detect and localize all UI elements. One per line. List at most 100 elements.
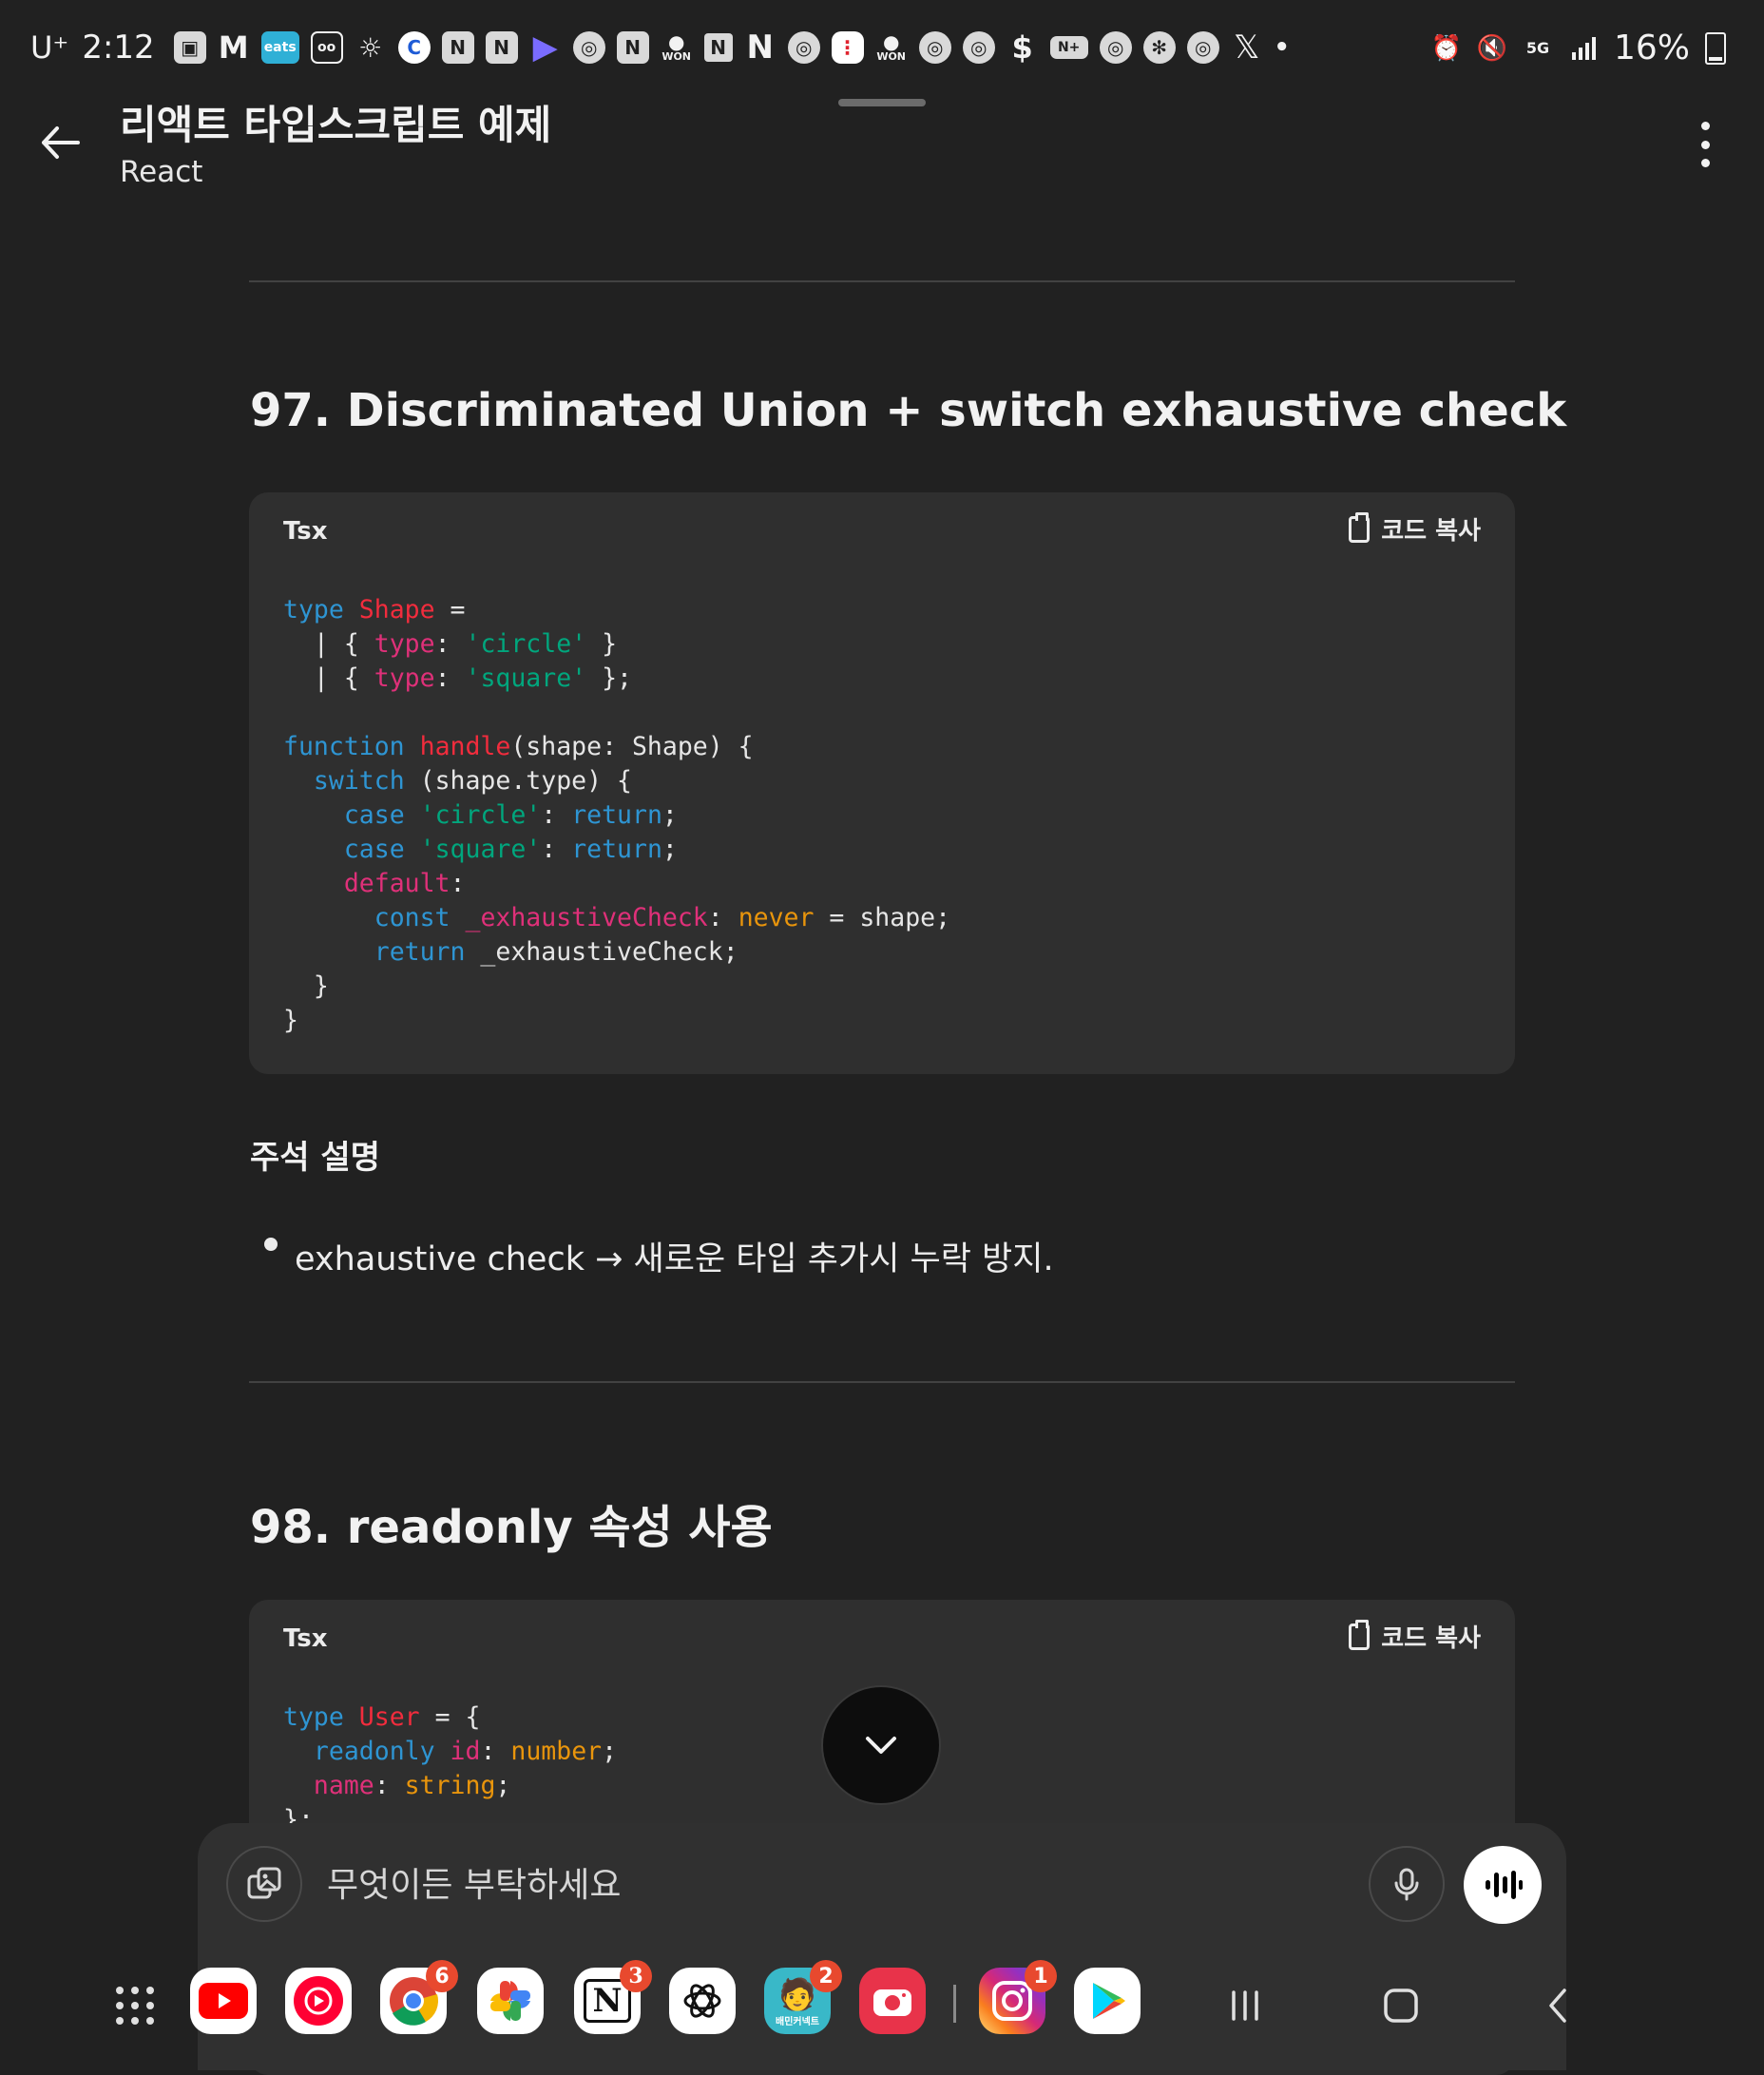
won-chat-icon: ● WON [662, 29, 692, 63]
app-drawer-icon[interactable] [116, 1987, 154, 2025]
chrome-icon: ◎ [1099, 31, 1132, 64]
youtube-music-icon[interactable] [285, 1968, 352, 2034]
chatgpt-icon[interactable] [669, 1968, 736, 2034]
signal-icon [1568, 33, 1599, 64]
notification-badge: 6 [426, 1960, 458, 1992]
chevron-down-icon [866, 1737, 896, 1754]
status-bar: U⁺ 2:12 ▣ M eats oo ☼ C N N ▶ ◎ N ● WON N… [0, 0, 1764, 99]
chrome-icon: ◎ [1186, 31, 1219, 64]
s-pay-icon: $ [1011, 29, 1033, 66]
notion-icon: N [746, 29, 774, 67]
code-line: return _exhaustiveCheck; [374, 937, 738, 967]
attach-image-button[interactable] [226, 1846, 302, 1922]
more-options-button[interactable] [1686, 122, 1724, 167]
x-icon: 𝕏 [1233, 29, 1260, 67]
back-button[interactable] [34, 116, 87, 169]
copy-code-label: 코드 복사 [1381, 1624, 1481, 1653]
drag-handle[interactable] [838, 99, 926, 106]
home-icon [1384, 1989, 1418, 2023]
status-bar-left: U⁺ 2:12 ▣ M eats oo ☼ C N N ▶ ◎ N ● WON N… [30, 29, 1290, 67]
section-title: 98. readonly 속성 사용 [250, 1501, 773, 1554]
notion-icon[interactable]: N 3 [574, 1960, 652, 2034]
copy-code-button[interactable]: 코드 복사 [1349, 511, 1481, 547]
code-line: case 'square': return; [343, 835, 678, 864]
section-title: 97. Discriminated Union + switch exhaust… [250, 384, 1567, 437]
mute-icon: 🔇 [1476, 33, 1508, 63]
home-button[interactable] [1372, 1977, 1429, 2034]
instagram-icon[interactable]: 1 [979, 1960, 1057, 2034]
code-line: | { type: 'circle' } [283, 629, 618, 659]
naver-news-icon: N [703, 33, 733, 62]
code-line: case 'circle': return; [343, 800, 678, 830]
chrome-icon[interactable]: 6 [380, 1960, 458, 2034]
code-line: } [283, 1006, 298, 1035]
voice-waveform-icon [1486, 1871, 1523, 1899]
prompt-input[interactable] [325, 1857, 1089, 1912]
network-icon: 5G [1525, 39, 1550, 57]
naver-icon: N [441, 31, 474, 64]
naver-icon: N [485, 31, 518, 64]
code-line: default: [343, 869, 466, 898]
openai-icon: ✻ [1142, 31, 1176, 64]
chevron-left-icon [1549, 1989, 1566, 2023]
image-icon: ▣ [173, 31, 206, 64]
code-line: switch (shape.type) { [313, 766, 632, 796]
code-token: Shape [358, 595, 435, 624]
microphone-icon [1394, 1868, 1419, 1901]
youtube-icon[interactable] [190, 1968, 257, 2034]
taskbar: 6 N 3 🧑 배민커넥트 2 1 [0, 1958, 1764, 2053]
back-nav-button[interactable] [1530, 1977, 1587, 2034]
scroll-to-bottom-button[interactable] [821, 1685, 941, 1805]
divider [249, 280, 1515, 282]
code-line: | { type: 'square' }; [283, 663, 632, 693]
code-content: type User = { readonly id: number; name:… [283, 1700, 617, 1837]
recent-apps-icon [1232, 1990, 1258, 2021]
note-item: exhaustive check → 새로운 타입 추가시 누락 방지. [295, 1240, 1054, 1278]
code-line: type Shape = [283, 595, 466, 624]
notification-badge: 2 [810, 1960, 842, 1992]
eats-icon: eats [260, 31, 299, 64]
status-bar-right: ⏰ 🔇 5G 16% [1431, 29, 1726, 67]
page-title: 리액트 타입스크립트 예제 [120, 102, 552, 148]
code-language-label: Tsx [283, 517, 328, 546]
battery-icon [1705, 31, 1726, 65]
photos-icon[interactable] [477, 1968, 544, 2034]
copy-code-label: 코드 복사 [1381, 517, 1481, 546]
nplus-icon: N+ [1049, 36, 1088, 59]
code-language-label: Tsx [283, 1624, 328, 1653]
notification-badge: 1 [1025, 1960, 1057, 1992]
play-store-icon[interactable] [1074, 1968, 1141, 2034]
won-chat-icon: ● WON [876, 29, 907, 63]
page-subtitle: React [120, 155, 203, 189]
code-content: type Shape = | { type: 'circle' } | { ty… [283, 593, 950, 1038]
copy-code-button[interactable]: 코드 복사 [1349, 1619, 1481, 1654]
recent-apps-button[interactable] [1217, 1977, 1274, 2034]
baemin-connect-icon[interactable]: 🧑 배민커넥트 2 [764, 1960, 842, 2034]
coupang-icon: C [397, 31, 431, 64]
dock-separator [953, 1985, 956, 2023]
code-line: function handle(shape: Shape) { [283, 732, 754, 761]
code-line: name: string; [313, 1771, 511, 1800]
voice-mode-button[interactable] [1464, 1846, 1542, 1924]
camera-icon[interactable] [859, 1968, 926, 2034]
back-arrow-icon [42, 126, 80, 159]
chrome-icon: ◎ [787, 31, 820, 64]
code-line: } [283, 971, 329, 1001]
play-icon: ▶ [532, 29, 558, 67]
more-dot-icon: • [1274, 33, 1290, 62]
image-attach-icon [247, 1867, 281, 1899]
notification-badge: 3 [620, 1960, 652, 1992]
battery-percent: 16% [1613, 29, 1690, 67]
bullet-icon [264, 1238, 278, 1251]
code-block: Tsx 코드 복사 type Shape = | { type: 'circle… [249, 492, 1515, 1074]
more-vert-icon [1700, 122, 1710, 130]
notes-heading: 주석 설명 [250, 1139, 380, 1177]
notification-icons: ▣ M eats oo ☼ C N N ▶ ◎ N ● WON N N ◎ ⋮ ●… [173, 29, 1290, 67]
divider [249, 1381, 1515, 1383]
alarm-icon: ⏰ [1430, 33, 1463, 63]
naver-icon: N [616, 31, 649, 64]
chrome-icon: ◎ [918, 31, 951, 64]
code-line: const _exhaustiveCheck: never = shape; [374, 903, 951, 932]
dictate-button[interactable] [1369, 1846, 1445, 1922]
chrome-icon: ◎ [572, 31, 605, 64]
